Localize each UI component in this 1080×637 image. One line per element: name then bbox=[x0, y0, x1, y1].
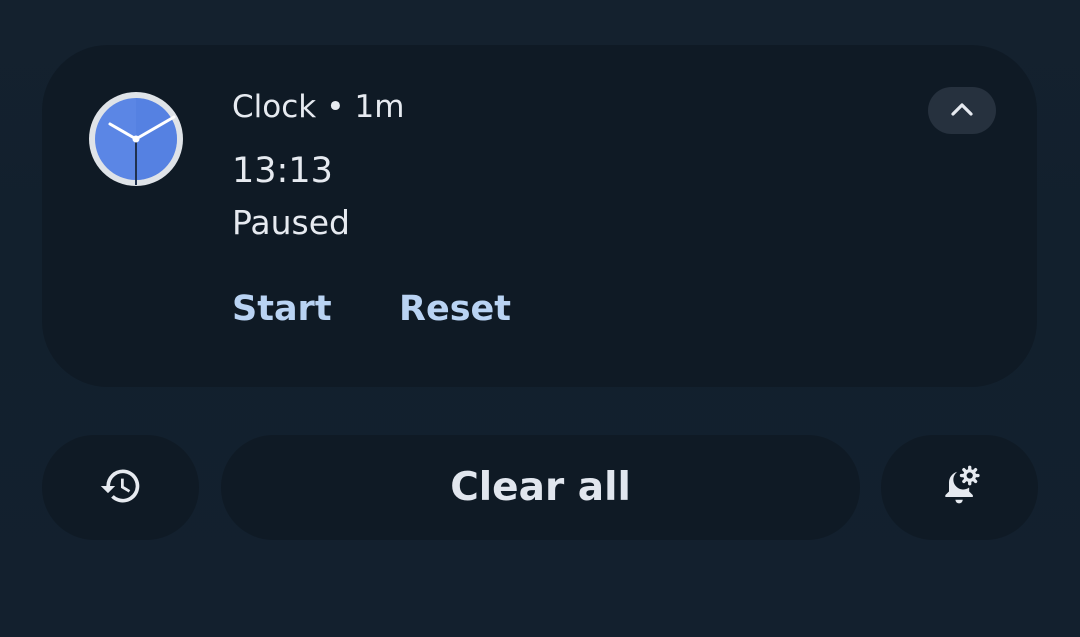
app-name: Clock bbox=[232, 89, 317, 125]
notification-card[interactable]: Clock • 1m 13:13 Paused Start Reset bbox=[42, 45, 1037, 387]
notification-settings-icon bbox=[938, 464, 982, 512]
notification-text: Paused bbox=[232, 203, 350, 242]
reset-button[interactable]: Reset bbox=[399, 289, 511, 329]
notification-settings-button[interactable] bbox=[881, 435, 1038, 540]
notification-history-button[interactable] bbox=[42, 435, 199, 540]
start-button[interactable]: Start bbox=[232, 289, 332, 329]
clock-app-icon bbox=[88, 91, 184, 187]
clear-all-button[interactable]: Clear all bbox=[221, 435, 860, 540]
header-separator: • bbox=[326, 89, 345, 125]
notification-title: 13:13 bbox=[232, 151, 333, 191]
history-icon bbox=[99, 464, 143, 512]
notification-header: Clock • 1m bbox=[232, 89, 404, 125]
collapse-button[interactable] bbox=[928, 87, 996, 134]
chevron-up-icon bbox=[950, 101, 974, 121]
time-ago: 1m bbox=[354, 89, 405, 125]
clear-all-label: Clear all bbox=[450, 465, 631, 510]
